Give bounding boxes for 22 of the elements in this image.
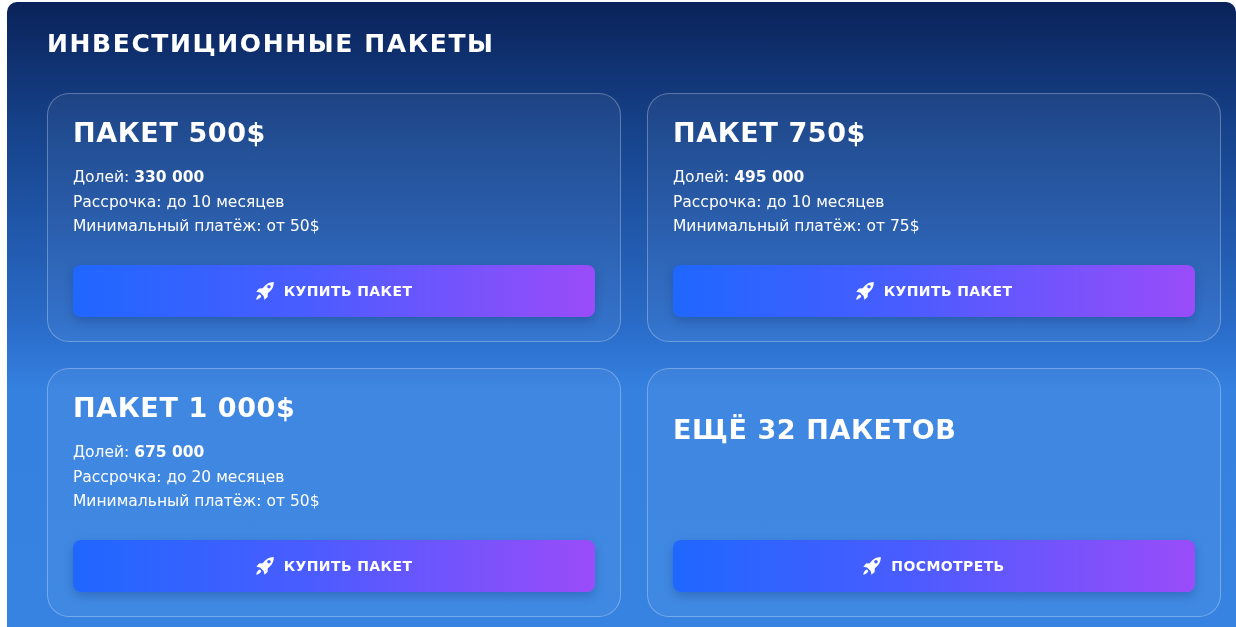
package-detail-text: Рассрочка: до 10 месяцев — [673, 191, 886, 213]
rocket-icon — [855, 282, 874, 300]
package-detail-text: Долей: 495 000 — [673, 167, 806, 188]
package-detail-text: Рассрочка: до 20 месяцев — [73, 466, 286, 488]
package-title: ЕЩЁ 32 ПАКЕТОВ — [673, 413, 958, 447]
rocket-icon — [255, 282, 274, 300]
buy-package-button[interactable]: КУПИТЬ ПАКЕТ — [73, 540, 595, 592]
package-detail-text: Рассрочка: до 10 месяцев — [73, 191, 286, 213]
section-title: ИНВЕСТИЦИОННЫЕ ПАКЕТЫ — [47, 28, 496, 59]
package-detail-text: Минимальный платёж: от 50$ — [73, 216, 321, 237]
package-title: ПАКЕТ 750$ — [673, 116, 867, 150]
package-detail-text: Долей: 675 000 — [73, 442, 206, 463]
buy-package-button[interactable]: КУПИТЬ ПАКЕТ — [73, 265, 595, 317]
package-title: ПАКЕТ 1 000$ — [73, 391, 297, 425]
package-title: ПАКЕТ 500$ — [73, 116, 267, 150]
buy-package-button[interactable]: КУПИТЬ ПАКЕТ — [673, 265, 1195, 317]
rocket-icon — [863, 557, 882, 575]
package-detail-text: Минимальный платёж: от 75$ — [673, 216, 921, 237]
package-detail-text: Долей: 330 000 — [73, 167, 206, 188]
rocket-icon — [255, 557, 274, 575]
view-more-button[interactable]: ПОСМОТРЕТЬ — [673, 540, 1195, 592]
package-detail-text: Минимальный платёж: от 50$ — [73, 491, 321, 512]
